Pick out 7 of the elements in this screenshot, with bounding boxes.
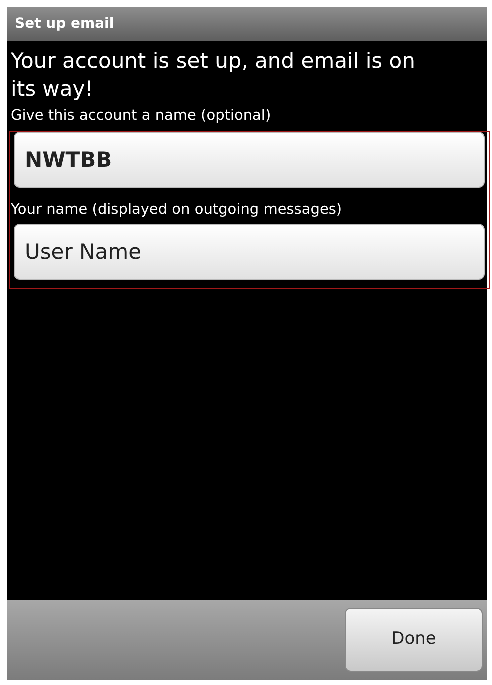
text-field[interactable]: NWTBB	[14, 132, 485, 188]
window-title: Set up email	[15, 14, 114, 34]
done-button[interactable]: Done	[345, 608, 483, 672]
setup-message: Your account is set up, and email is on its way!	[10, 48, 416, 103]
field-label: Give this account a name (optional)	[11, 107, 272, 126]
text-field[interactable]: User Name	[14, 224, 485, 280]
field-label: Your name (displayed on outgoing messages)	[11, 201, 344, 220]
